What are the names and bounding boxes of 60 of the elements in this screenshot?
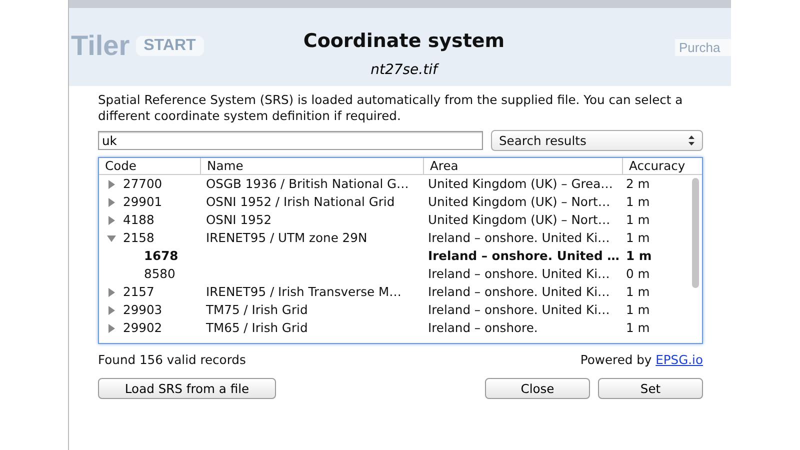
name-cell: IRENET95 / Irish Transverse M…: [206, 285, 402, 299]
area-cell: Ireland – onshore. United Ki…: [428, 267, 610, 281]
description-text: Spatial Reference System (SRS) is loaded automatically from the supplied file. You can select a different coordinate system definition if required.: [98, 92, 684, 124]
name-cell: OSNI 1952: [206, 213, 272, 227]
name-cell: OSNI 1952 / Irish National Grid: [206, 195, 395, 209]
load-file-button[interactable]: Load SRS from a file: [98, 378, 276, 399]
file-name: nt27se.tif: [370, 62, 438, 78]
accuracy-cell: 1 m: [626, 231, 650, 245]
area-cell: Ireland – onshore. United Ki…: [428, 231, 610, 245]
accuracy-cell: 1 m: [626, 285, 650, 299]
code-cell: 29901: [123, 195, 162, 209]
scrollbar-thumb[interactable]: [692, 178, 699, 288]
epsg-link[interactable]: EPSG.io: [656, 353, 703, 367]
start-badge: START: [136, 36, 204, 56]
accuracy-cell: 1 m: [626, 213, 650, 227]
column-header[interactable]: Area: [423, 158, 622, 174]
dialog-title: Coordinate system: [303, 30, 505, 54]
area-cell: Ireland – onshore. United Ki…: [428, 285, 610, 299]
collapsed-triangle-icon[interactable]: [107, 324, 116, 332]
collapsed-triangle-icon[interactable]: [107, 198, 116, 206]
code-cell: 2157: [123, 285, 154, 299]
code-cell: 2158: [123, 231, 154, 245]
name-cell: TM65 / Irish Grid: [206, 321, 308, 335]
records-count: Found 156 valid records: [98, 353, 246, 367]
accuracy-cell: 1 m: [626, 303, 650, 317]
close-button[interactable]: Close: [485, 378, 590, 399]
app-logo-text: Tiler: [71, 30, 130, 62]
expanded-triangle-icon[interactable]: [107, 234, 116, 242]
code-cell: 29903: [123, 303, 162, 317]
set-button[interactable]: Set: [598, 378, 703, 399]
collapsed-triangle-icon[interactable]: [107, 216, 116, 224]
search-field[interactable]: uk: [98, 131, 483, 150]
column-header[interactable]: Code: [99, 158, 200, 174]
area-cell: Ireland – onshore. United …: [428, 249, 620, 263]
collapsed-triangle-icon[interactable]: [107, 306, 116, 314]
code-cell: 27700: [123, 177, 162, 191]
area-cell: Ireland – onshore.: [428, 321, 538, 335]
powered-by-text: Powered by: [580, 353, 652, 367]
source-dropdown[interactable]: Search results: [491, 130, 703, 151]
code-cell: 8580: [144, 267, 176, 281]
accuracy-cell: 1 m: [626, 249, 652, 263]
code-cell: 4188: [123, 213, 154, 227]
name-cell: OSGB 1936 / British National G…: [206, 177, 409, 191]
column-header[interactable]: Accuracy: [622, 158, 695, 174]
code-cell: 29902: [123, 321, 162, 335]
collapsed-triangle-icon[interactable]: [107, 180, 116, 188]
area-cell: United Kingdom (UK) – Nort…: [428, 195, 610, 209]
code-cell: 1678: [144, 249, 178, 263]
accuracy-cell: 1 m: [626, 195, 650, 209]
collapsed-triangle-icon[interactable]: [107, 288, 116, 296]
area-cell: Ireland – onshore. United Ki…: [428, 303, 610, 317]
updown-icon: [688, 135, 695, 146]
accuracy-cell: 0 m: [626, 267, 650, 281]
area-cell: United Kingdom (UK) – Grea…: [428, 177, 613, 191]
area-cell: United Kingdom (UK) – Nort…: [428, 213, 610, 227]
column-header[interactable]: Name: [200, 158, 423, 174]
accuracy-cell: 1 m: [626, 321, 650, 335]
accuracy-cell: 2 m: [626, 177, 650, 191]
name-cell: TM75 / Irish Grid: [206, 303, 308, 317]
name-cell: IRENET95 / UTM zone 29N: [206, 231, 368, 245]
